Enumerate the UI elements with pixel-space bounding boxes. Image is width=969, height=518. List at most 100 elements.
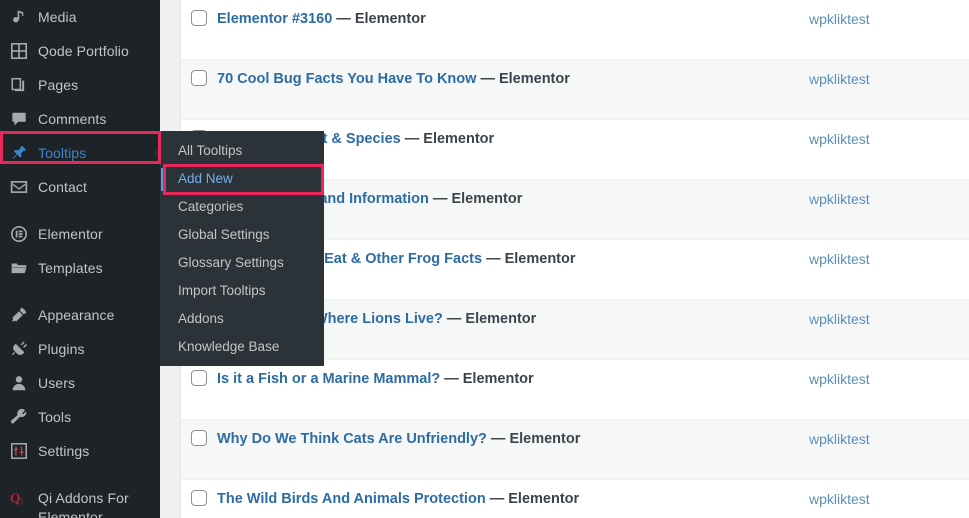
- sidebar-item-elementor[interactable]: Elementor: [0, 217, 160, 251]
- row-checkbox[interactable]: [191, 430, 207, 446]
- row-checkbox[interactable]: [191, 70, 207, 86]
- submenu-item-label: Global Settings: [178, 227, 270, 242]
- row-author-link[interactable]: wpkliktest: [809, 0, 969, 29]
- row-title-suffix: — Elementor: [482, 251, 576, 267]
- qi-logo-icon: Qi: [9, 481, 29, 515]
- sidebar-item-label: Media: [38, 9, 77, 25]
- sidebar-item-users[interactable]: Users: [0, 366, 160, 400]
- row-title-link[interactable]: Elementor #3160: [217, 11, 332, 27]
- wrench-icon: [9, 400, 29, 434]
- submenu-item-label: Glossary Settings: [178, 255, 284, 270]
- submenu-item-all-tooltips[interactable]: All Tooltips: [160, 137, 324, 165]
- sidebar-item-settings[interactable]: Settings: [0, 434, 160, 468]
- sidebar-item-label: Comments: [38, 111, 107, 127]
- user-icon: [9, 366, 29, 400]
- sidebar-item-label: Qode Portfolio: [38, 43, 129, 59]
- svg-text:Q: Q: [10, 491, 21, 506]
- sliders-icon: [9, 434, 29, 468]
- sidebar-item-label: Tooltips: [38, 145, 87, 161]
- svg-text:i: i: [21, 496, 24, 505]
- row-title-cell: Why Do We Think Cats Are Unfriendly? — E…: [217, 420, 809, 449]
- sidebar-item-label: Tools: [38, 409, 72, 425]
- sidebar-item-label: Qi Addons For Elementor: [38, 490, 129, 518]
- elementor-icon: [9, 217, 29, 251]
- grid-icon: [9, 34, 29, 68]
- row-author-link[interactable]: wpkliktest: [809, 480, 969, 509]
- row-author-link[interactable]: wpkliktest: [809, 120, 969, 149]
- row-checkbox[interactable]: [191, 370, 207, 386]
- pin-icon: [9, 136, 29, 170]
- comments-icon: [9, 102, 29, 136]
- submenu-item-global-settings[interactable]: Global Settings: [160, 221, 324, 249]
- sidebar-item-qode-portfolio[interactable]: Qode Portfolio: [0, 34, 160, 68]
- submenu-item-label: Addons: [178, 311, 224, 326]
- sidebar-item-label: Plugins: [38, 341, 85, 357]
- row-author-link[interactable]: wpkliktest: [809, 300, 969, 329]
- sidebar-item-media[interactable]: Media: [0, 0, 160, 34]
- row-author-link[interactable]: wpkliktest: [809, 240, 969, 269]
- row-title-suffix: — Elementor: [486, 431, 581, 447]
- plug-icon: [9, 332, 29, 366]
- sidebar-item-label: Pages: [38, 77, 79, 93]
- submenu-item-addons[interactable]: Addons: [160, 305, 324, 333]
- submenu-item-label: Knowledge Base: [178, 339, 280, 354]
- media-icon: [9, 0, 29, 34]
- row-title-suffix: — Elementor: [428, 191, 523, 207]
- row-select-cell: [181, 60, 217, 86]
- submenu-item-label: Add New: [178, 171, 233, 186]
- row-checkbox[interactable]: [191, 10, 207, 26]
- row-title-link[interactable]: Is it a Fish or a Marine Mammal?: [217, 371, 440, 387]
- table-row: Elementor #3160 — Elementor wpkliktest: [181, 0, 969, 60]
- row-title-cell: 70 Cool Bug Facts You Have To Know — Ele…: [217, 60, 809, 89]
- row-title-cell: The Wild Birds And Animals Protection — …: [217, 480, 809, 509]
- sidebar-item-appearance[interactable]: Appearance: [0, 298, 160, 332]
- row-title-link[interactable]: 70 Cool Bug Facts You Have To Know: [217, 71, 476, 87]
- submenu-item-add-new[interactable]: Add New: [160, 165, 324, 193]
- submenu-item-label: Categories: [178, 199, 244, 214]
- row-author-link[interactable]: wpkliktest: [809, 180, 969, 209]
- table-row: Why Do We Think Cats Are Unfriendly? — E…: [181, 420, 969, 480]
- current-item-marker: [161, 168, 165, 191]
- menu-separator: [0, 468, 160, 481]
- submenu-item-categories[interactable]: Categories: [160, 193, 324, 221]
- table-row: 70 Cool Bug Facts You Have To Know — Ele…: [181, 60, 969, 120]
- row-title-suffix: — Elementor: [485, 491, 580, 507]
- submenu-item-knowledge-base[interactable]: Knowledge Base: [160, 333, 324, 361]
- tooltips-submenu-flyout: All Tooltips Add New Categories Global Sett…: [160, 131, 324, 366]
- row-title-suffix: — Elementor: [476, 71, 570, 87]
- sidebar-item-templates[interactable]: Templates: [0, 251, 160, 285]
- sidebar-item-tooltips[interactable]: Tooltips: [0, 136, 160, 170]
- sidebar-item-label: Settings: [38, 443, 90, 459]
- row-title-cell: Elementor #3160 — Elementor: [217, 0, 809, 29]
- row-checkbox[interactable]: [191, 490, 207, 506]
- paintbrush-icon: [9, 298, 29, 332]
- envelope-icon: [9, 170, 29, 204]
- row-title-suffix: — Elementor: [332, 11, 426, 27]
- row-author-link[interactable]: wpkliktest: [809, 360, 969, 389]
- row-select-cell: [181, 480, 217, 506]
- table-row: The Wild Birds And Animals Protection — …: [181, 480, 969, 518]
- table-row: Is it a Fish or a Marine Mammal? — Eleme…: [181, 360, 969, 420]
- sidebar-item-qi-addons-for-elementor[interactable]: Qi Qi Addons For Elementor: [0, 481, 160, 518]
- row-author-link[interactable]: wpkliktest: [809, 420, 969, 449]
- row-title-suffix: — Elementor: [400, 131, 495, 147]
- sidebar-item-comments[interactable]: Comments: [0, 102, 160, 136]
- row-title-suffix: — Elementor: [440, 371, 534, 387]
- sidebar-item-label: Elementor: [38, 226, 103, 242]
- submenu-item-import-tooltips[interactable]: Import Tooltips: [160, 277, 324, 305]
- submenu-item-label: Import Tooltips: [178, 283, 266, 298]
- submenu-item-label: All Tooltips: [178, 143, 243, 158]
- row-title-link[interactable]: The Wild Birds And Animals Protection: [217, 491, 486, 507]
- sidebar-item-pages[interactable]: Pages: [0, 68, 160, 102]
- row-title-link[interactable]: Why Do We Think Cats Are Unfriendly?: [217, 431, 487, 447]
- menu-separator: [0, 285, 160, 298]
- menu-separator: [0, 204, 160, 217]
- sidebar-item-plugins[interactable]: Plugins: [0, 332, 160, 366]
- sidebar-item-label: Contact: [38, 179, 87, 195]
- wordpress-admin-screen: Elementor #3160 — Elementor wpkliktest 70 …: [0, 0, 969, 518]
- sidebar-item-contact[interactable]: Contact: [0, 170, 160, 204]
- sidebar-item-tools[interactable]: Tools: [0, 400, 160, 434]
- row-select-cell: [181, 420, 217, 446]
- submenu-item-glossary-settings[interactable]: Glossary Settings: [160, 249, 324, 277]
- row-author-link[interactable]: wpkliktest: [809, 60, 969, 89]
